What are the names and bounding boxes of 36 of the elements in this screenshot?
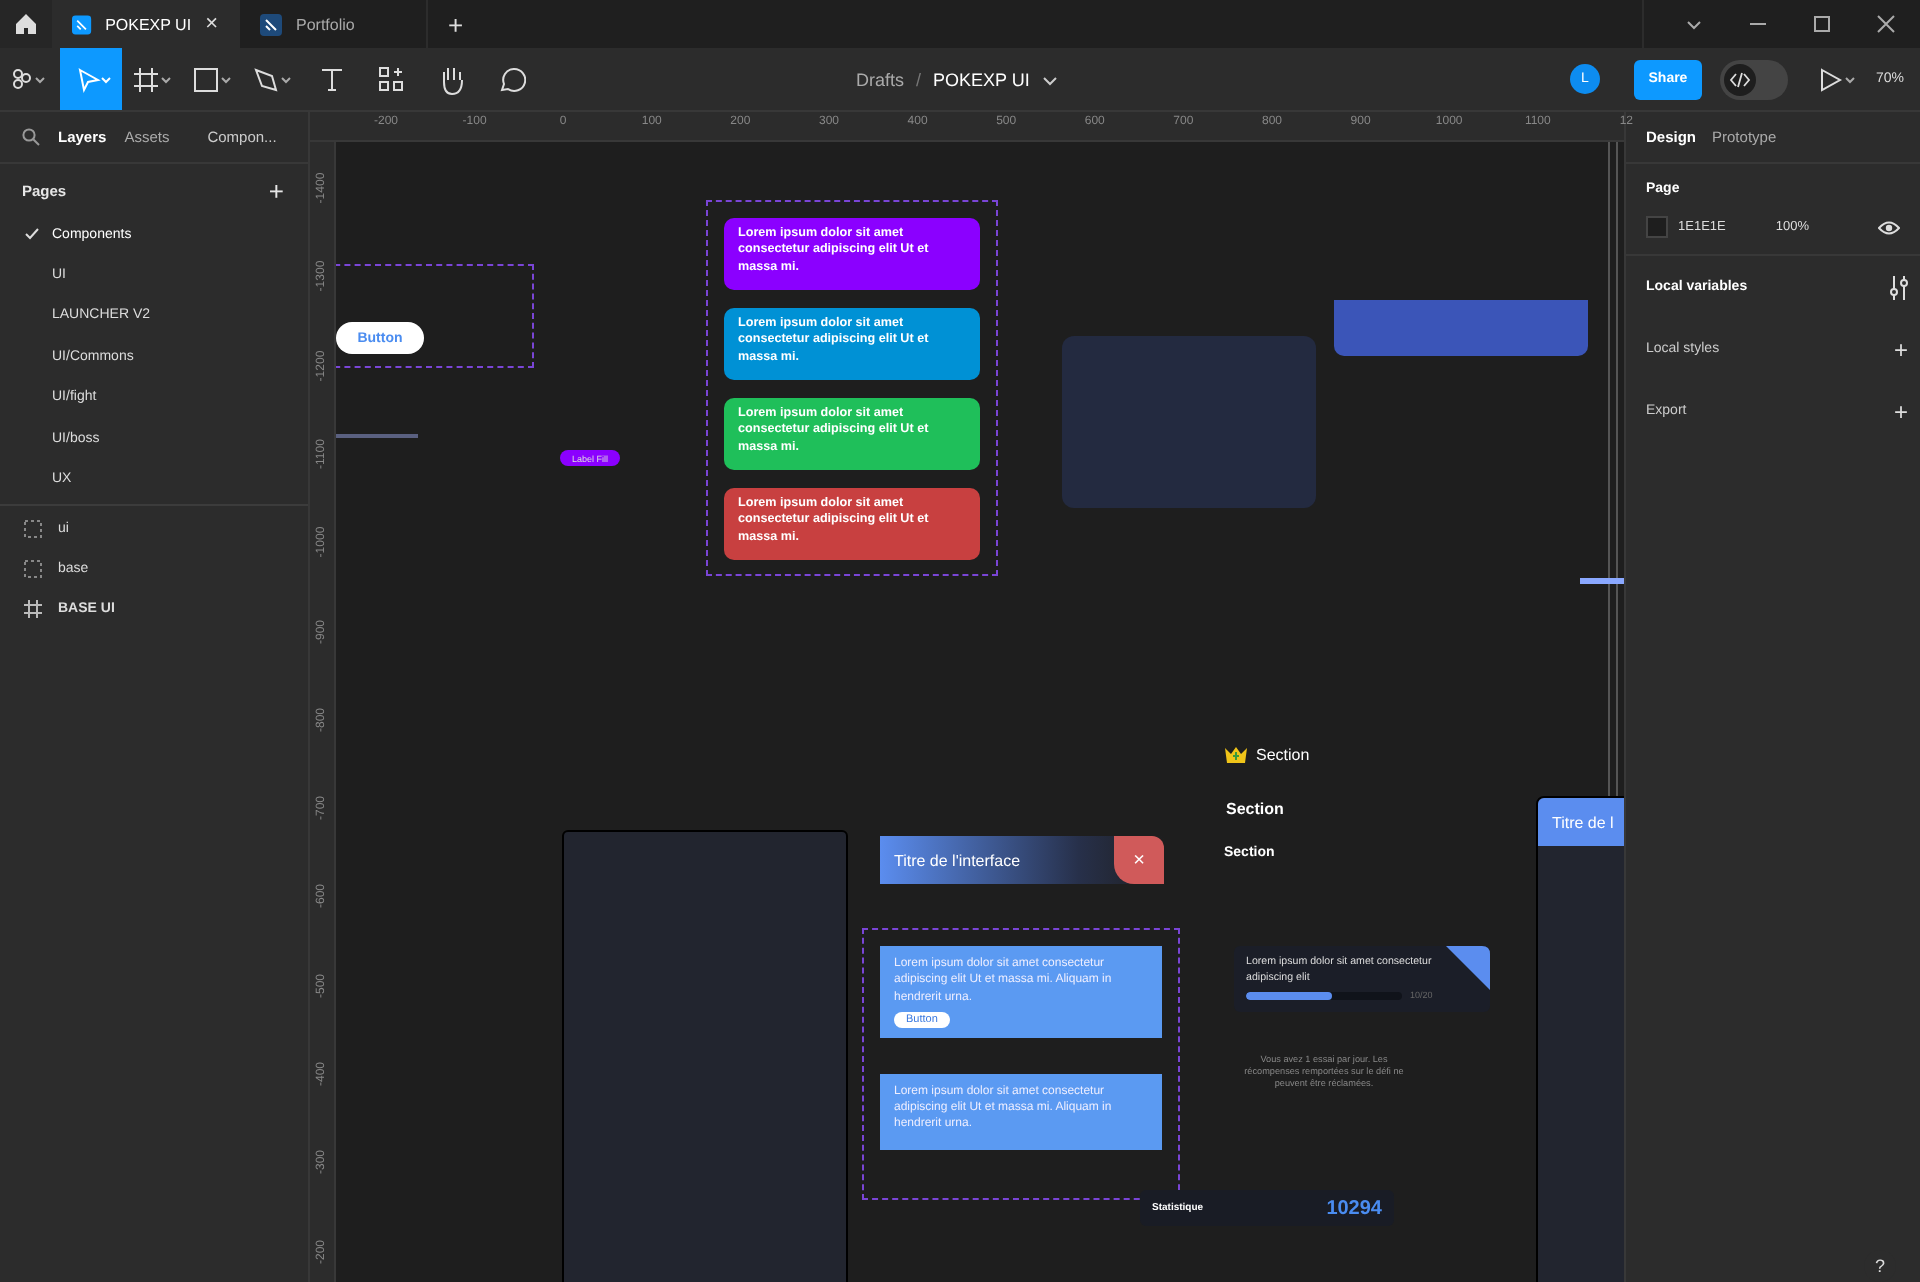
file-icon [72,13,92,35]
close-button[interactable]: × [1114,836,1164,884]
file-tab[interactable]: POKEXP UI × [52,0,240,48]
chevron-icon[interactable] [1041,71,1058,87]
file-name[interactable]: POKEXP UI [933,69,1030,89]
window-title: Titre de l [1552,813,1614,831]
window-title: Titre de l'interface [892,851,1021,869]
section-icon [24,520,42,539]
code-icon [1723,63,1756,95]
divider-line [336,434,418,438]
add-page-button[interactable]: + [268,175,284,205]
close-icon[interactable] [1876,14,1896,34]
breadcrumb-separator: / [916,69,922,89]
close-tab-button[interactable]: × [205,12,218,36]
maximize-icon[interactable] [1812,14,1832,34]
corner-decoration [1446,946,1490,990]
section-label: Section [1256,746,1310,764]
add-button[interactable]: + [1893,335,1908,363]
search-icon[interactable] [22,128,40,146]
check-icon [24,226,40,243]
file-icon [260,13,282,35]
section-icon [24,560,42,579]
breadcrumb-link[interactable]: Drafts [856,69,905,89]
sliders-icon[interactable] [1890,275,1908,299]
stat-value: 10294 [1326,1197,1382,1219]
frame-icon [24,600,42,619]
scroll-handle [1580,578,1624,584]
crown-icon [1224,746,1248,764]
color-swatch[interactable] [1646,216,1668,238]
section-label: Section [1226,800,1284,818]
home-icon[interactable] [0,0,52,48]
new-tab-button[interactable]: + [428,0,484,48]
eye-icon[interactable] [1878,219,1900,235]
add-button[interactable]: + [1893,397,1908,425]
dev-mode-toggle[interactable] [1719,59,1788,99]
play-icon[interactable] [1817,67,1858,91]
